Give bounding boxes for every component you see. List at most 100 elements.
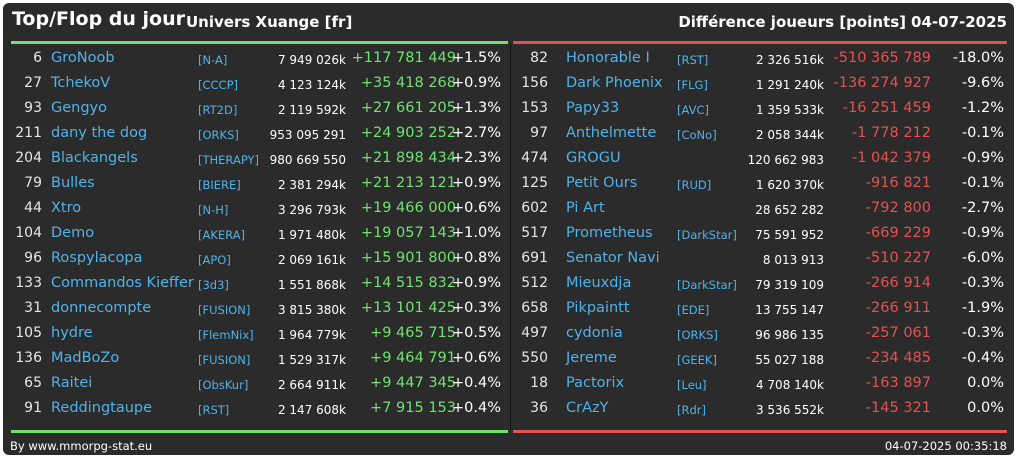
alliance-tag-link[interactable]: [RST]: [198, 403, 229, 417]
alliance-tag-link[interactable]: [FlemNix]: [198, 328, 254, 342]
player-rank: 136: [15, 350, 42, 366]
player-name-link[interactable]: MadBoZo: [51, 350, 119, 366]
percent-change: 0.0%: [967, 375, 1004, 391]
percent-change: -0.1%: [961, 125, 1004, 141]
alliance-tag-link[interactable]: [Rdr]: [677, 403, 706, 417]
alliance-tag-link[interactable]: [FLG]: [677, 78, 708, 92]
player-name-link[interactable]: GROGU: [566, 150, 621, 166]
alliance-tag-link[interactable]: [THERAPY]: [198, 153, 259, 167]
player-name-link[interactable]: hydre: [51, 325, 93, 341]
top-divider-positive: [11, 41, 508, 44]
alliance-tag-link[interactable]: [ORKS]: [198, 128, 239, 142]
points-difference: -510 365 789: [833, 50, 931, 66]
player-name-link[interactable]: CrAzY: [566, 400, 608, 416]
top-loser-row: 497 cydonia [ORKS] 96 986 135 -257 061 -0.3%: [510, 323, 1014, 348]
alliance-tag-link[interactable]: [AVC]: [677, 103, 709, 117]
player-name-link[interactable]: Xtro: [51, 200, 81, 216]
player-name-link[interactable]: Senator Navi: [566, 250, 660, 266]
points-difference: -266 911: [865, 300, 931, 316]
points-difference: -1 042 379: [851, 150, 931, 166]
alliance-tag-link[interactable]: [RST]: [677, 53, 708, 67]
player-name-link[interactable]: donnecompte: [51, 300, 151, 316]
player-name-link[interactable]: Pi Art: [566, 200, 605, 216]
player-rank: 93: [24, 100, 42, 116]
alliance-tag-link[interactable]: [RT2D]: [198, 103, 237, 117]
alliance-tag-link[interactable]: [ObsKur]: [198, 378, 248, 392]
player-rank: 153: [521, 100, 548, 116]
player-name-link[interactable]: Papy33: [566, 100, 619, 116]
alliance-tag-link[interactable]: [Leu]: [677, 378, 707, 392]
universe-label: Univers Xuange [fr]: [186, 13, 353, 31]
alliance-tag-link[interactable]: [FUSION]: [198, 353, 250, 367]
player-name-link[interactable]: Honorable I: [566, 50, 650, 66]
player-name-link[interactable]: Rospylacopa: [51, 250, 142, 266]
player-name-link[interactable]: GroNoob: [51, 50, 115, 66]
player-rank: 474: [521, 150, 548, 166]
player-name-link[interactable]: Anthelmette: [566, 125, 656, 141]
player-name-link[interactable]: TchekoV: [51, 75, 110, 91]
player-rank: 91: [24, 400, 42, 416]
player-rank: 97: [530, 125, 548, 141]
player-total-points: 7 949 026k: [277, 53, 346, 67]
player-name-link[interactable]: Commandos Kieffer: [51, 275, 194, 291]
alliance-tag-link[interactable]: [APO]: [198, 253, 231, 267]
percent-change: +0.4%: [452, 375, 501, 391]
alliance-tag-link[interactable]: [GEEK]: [677, 353, 717, 367]
top-gainer-row: 204 Blackangels [THERAPY] 980 669 550 +21 89…: [3, 148, 508, 173]
alliance-tag-link[interactable]: [N-H]: [198, 203, 228, 217]
alliance-tag-link[interactable]: [FUSION]: [198, 303, 250, 317]
player-name-link[interactable]: Jereme: [566, 350, 617, 366]
player-rank: 517: [521, 225, 548, 241]
player-name-link[interactable]: Mieuxdja: [566, 275, 631, 291]
top-loser-row: 474 GROGU 120 662 983 -1 042 379 -0.9%: [510, 148, 1014, 173]
player-total-points: 28 652 282: [755, 203, 824, 217]
percent-change: -0.3%: [961, 275, 1004, 291]
player-total-points: 1 971 480k: [277, 228, 346, 242]
alliance-tag-link[interactable]: [DarkStar]: [677, 278, 737, 292]
player-name-link[interactable]: Pikpaintt: [566, 300, 630, 316]
percent-change: 0.0%: [967, 400, 1004, 416]
player-name-link[interactable]: Demo: [51, 225, 94, 241]
player-total-points: 96 986 135: [755, 328, 824, 342]
top-gainer-row: 6 GroNoob [N-A] 7 949 026k +117 781 449 +1.5%: [3, 48, 508, 73]
points-difference: +27 661 205: [360, 100, 456, 116]
player-name-link[interactable]: Petit Ours: [566, 175, 637, 191]
percent-change: +1.5%: [452, 50, 501, 66]
alliance-tag-link[interactable]: [CCCP]: [198, 78, 238, 92]
alliance-tag-link[interactable]: [DarkStar]: [677, 228, 737, 242]
top-loser-row: 517 Prometheus [DarkStar] 75 591 952 -669 22…: [510, 223, 1014, 248]
player-name-link[interactable]: Pactorix: [566, 375, 624, 391]
points-difference: +15 901 800: [360, 250, 456, 266]
player-total-points: 1 359 533k: [755, 103, 824, 117]
points-difference: -234 485: [865, 350, 931, 366]
top-gainer-row: 27 TchekoV [CCCP] 4 123 124k +35 418 268 +0.9…: [3, 73, 508, 98]
alliance-tag-link[interactable]: [ORKS]: [677, 328, 718, 342]
percent-change: -0.3%: [961, 325, 1004, 341]
player-name-link[interactable]: Gengyo: [51, 100, 107, 116]
alliance-tag-link[interactable]: [BIERE]: [198, 178, 241, 192]
player-name-link[interactable]: Reddingtaupe: [51, 400, 152, 416]
top-loser-row: 156 Dark Phoenix [FLG] 1 291 240k -136 274 9…: [510, 73, 1014, 98]
player-total-points: 1 291 240k: [755, 78, 824, 92]
alliance-tag-link[interactable]: [3d3]: [198, 278, 229, 292]
alliance-tag-link[interactable]: [N-A]: [198, 53, 227, 67]
alliance-tag-link[interactable]: [EDE]: [677, 303, 709, 317]
percent-change: +0.6%: [452, 200, 501, 216]
alliance-tag-link[interactable]: [CoNo]: [677, 128, 717, 142]
player-total-points: 1 551 868k: [277, 278, 346, 292]
player-name-link[interactable]: Blackangels: [51, 150, 138, 166]
player-name-link[interactable]: Raitei: [51, 375, 92, 391]
player-name-link[interactable]: Prometheus: [566, 225, 653, 241]
points-difference: -136 274 927: [833, 75, 931, 91]
percent-change: -1.2%: [961, 100, 1004, 116]
points-difference: +9 465 715: [370, 325, 456, 341]
points-difference: -916 821: [865, 175, 931, 191]
footer-source[interactable]: By www.mmorpg-stat.eu: [10, 439, 152, 453]
player-name-link[interactable]: Dark Phoenix: [566, 75, 663, 91]
player-name-link[interactable]: cydonia: [566, 325, 623, 341]
player-name-link[interactable]: dany the dog: [51, 125, 147, 141]
alliance-tag-link[interactable]: [AKERA]: [198, 228, 245, 242]
player-name-link[interactable]: Bulles: [51, 175, 95, 191]
alliance-tag-link[interactable]: [RUD]: [677, 178, 711, 192]
points-difference: +13 101 425: [360, 300, 456, 316]
